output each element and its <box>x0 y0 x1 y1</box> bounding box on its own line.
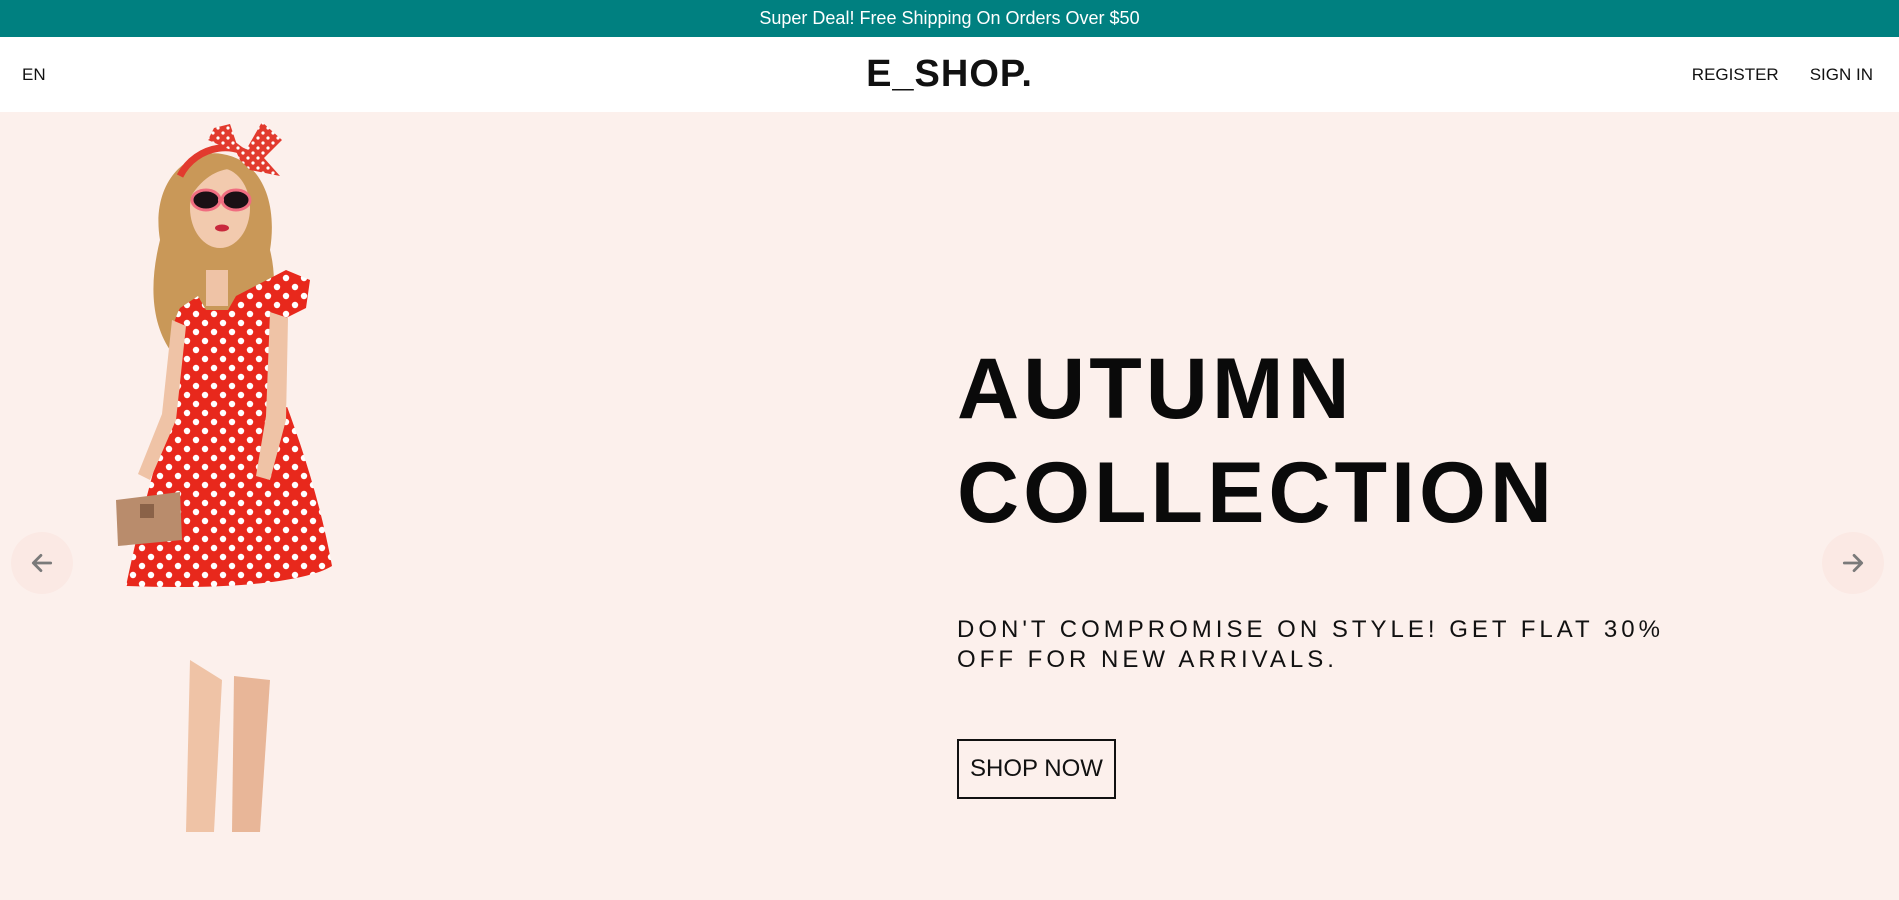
nav-right-menu: REGISTER SIGN IN <box>1692 37 1873 112</box>
hero-title: AUTUMN COLLECTION <box>957 337 1757 545</box>
language-selector[interactable]: EN <box>22 37 46 112</box>
slider-prev-button[interactable] <box>11 532 73 594</box>
announcement-bar: Super Deal! Free Shipping On Orders Over… <box>0 0 1899 37</box>
hero-slider: AUTUMN COLLECTION DON'T COMPROMISE ON ST… <box>0 112 1899 900</box>
sign-in-link[interactable]: SIGN IN <box>1810 65 1873 85</box>
hero-model-image <box>116 122 332 832</box>
hero-title-line1: AUTUMN <box>957 341 1354 437</box>
announcement-text: Super Deal! Free Shipping On Orders Over… <box>759 8 1140 28</box>
logo: E_SHOP. <box>866 53 1033 95</box>
slider-next-button[interactable] <box>1822 532 1884 594</box>
hero-info: AUTUMN COLLECTION DON'T COMPROMISE ON ST… <box>957 337 1757 799</box>
arrow-right-icon <box>1842 554 1864 572</box>
arrow-left-icon <box>31 554 53 572</box>
hero-title-line2: COLLECTION <box>957 445 1556 541</box>
register-link[interactable]: REGISTER <box>1692 65 1779 85</box>
hero-description: DON'T COMPROMISE ON STYLE! GET FLAT 30% … <box>957 616 1664 673</box>
navbar: EN E_SHOP. REGISTER SIGN IN <box>0 37 1899 112</box>
shop-now-button[interactable]: SHOP NOW <box>957 739 1116 799</box>
